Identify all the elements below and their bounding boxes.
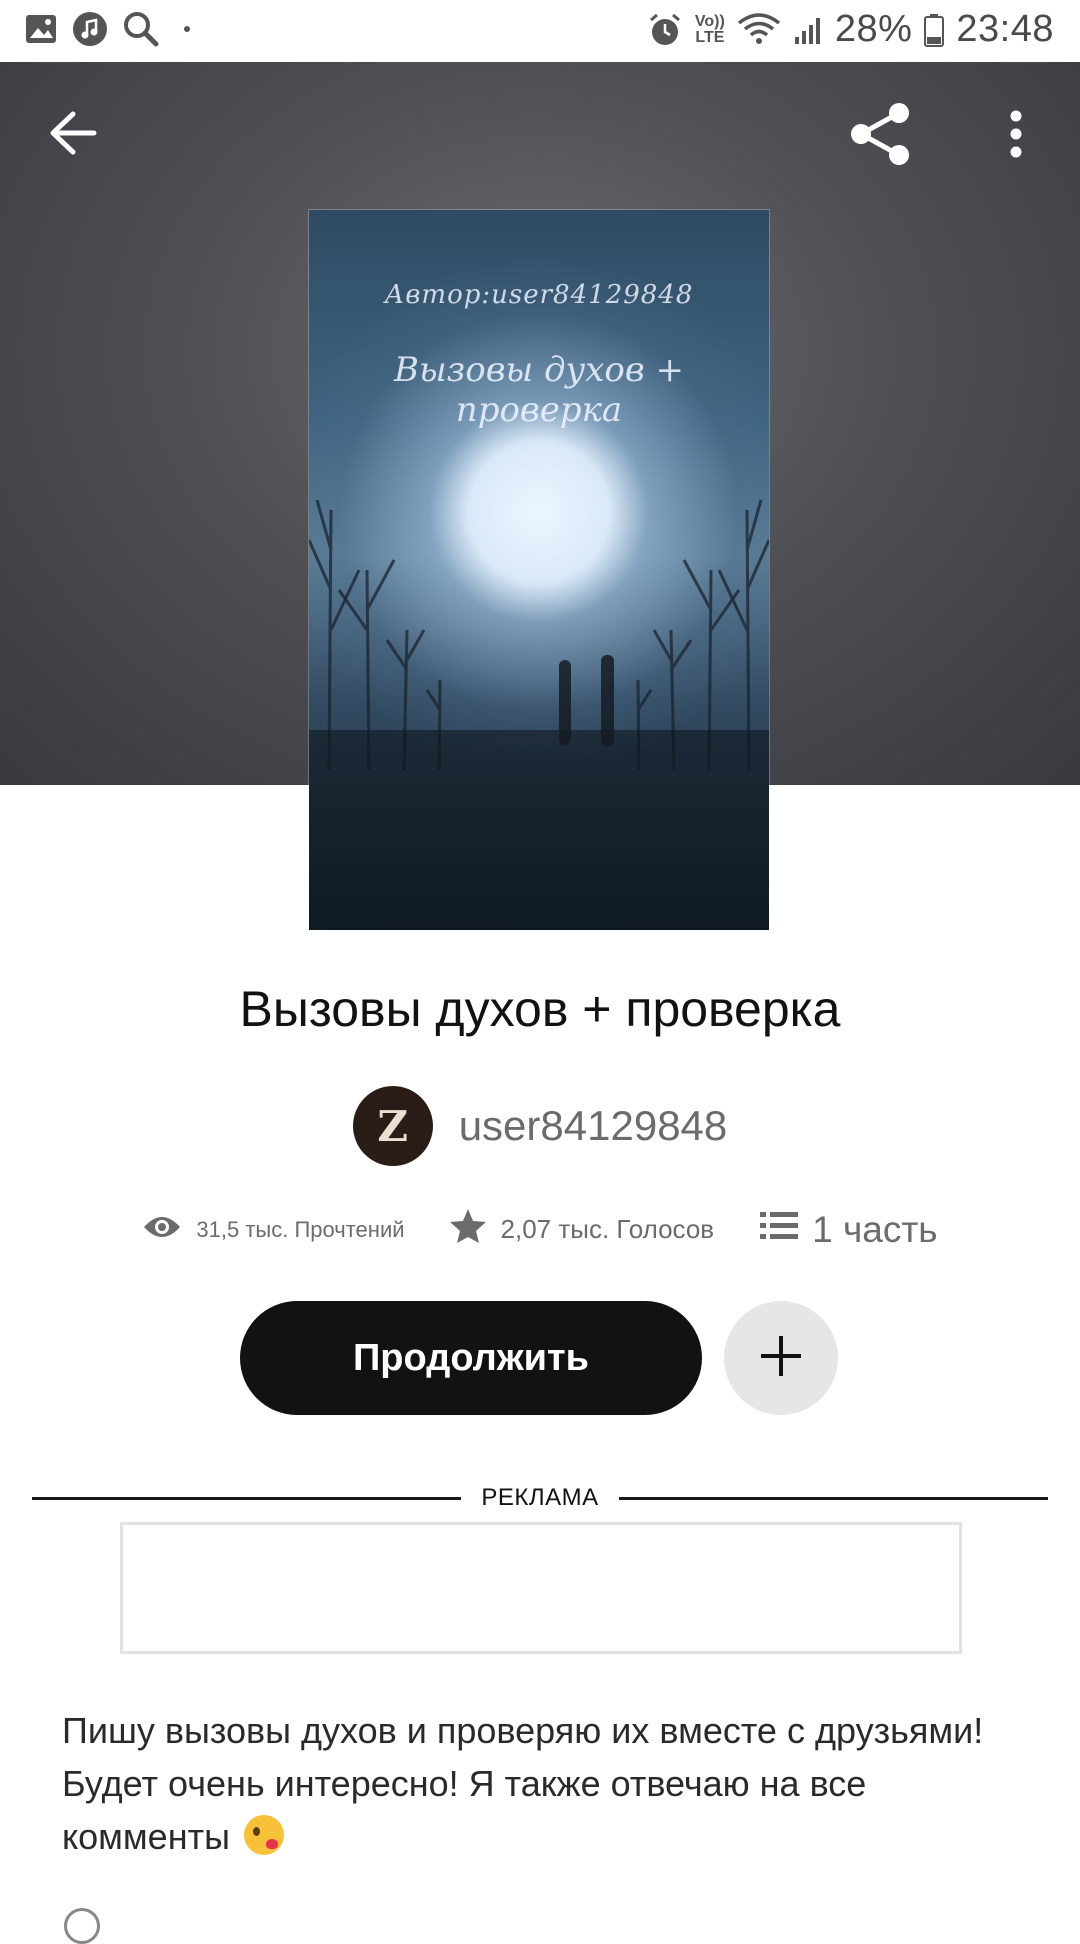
wifi-icon [737,12,781,47]
parts-count: 1 часть [812,1208,938,1250]
status-bar: Vo)) LTE 28% 23:48 [0,0,1080,62]
music-icon [72,11,108,47]
author-name[interactable]: user84129848 [459,1102,728,1150]
story-description: Пишу вызовы духов и проверяю их вместе с… [62,1704,1012,1863]
add-to-library-button[interactable] [724,1301,838,1415]
story-title: Вызовы духов + проверка [239,981,841,1037]
back-button[interactable] [38,100,108,170]
battery-percent: 28% [834,8,913,50]
clock: 23:48 [956,8,1054,50]
more-vert-icon [1008,110,1024,163]
votes-count: 2,07 тыс. Голосов [500,1214,715,1244]
battery-icon [924,13,945,47]
gallery-icon [24,12,58,46]
search-icon [122,10,160,48]
ad-banner[interactable] [120,1522,962,1654]
list-icon [760,1209,799,1251]
author-link[interactable]: Z user84129848 [0,1086,1080,1166]
votes-stat: 2,07 тыс. Голосов [449,1208,715,1251]
more-options-button[interactable] [990,100,1042,172]
signal-icon [793,15,823,45]
ad-label: РЕКЛАМА [481,1484,599,1511]
star-icon [449,1208,487,1251]
share-icon [847,101,913,172]
alarm-icon [647,12,683,48]
eye-icon [142,1213,182,1247]
story-stats: 31,5 тыс. Прочтений 2,07 тыс. Голосов 1 … [0,1208,1080,1251]
back-arrow-icon [49,111,97,160]
cover-trees [309,499,769,930]
volte-icon: Vo)) LTE [694,12,725,46]
plus-icon [759,1334,803,1383]
continue-reading-button[interactable]: Продолжить [240,1301,702,1415]
kissing-face-emoji-icon [243,1815,284,1855]
cover-title-text: Вызовы духов + проверка [394,350,684,430]
partial-icon [64,1908,100,1944]
avatar-letter: Z [377,1101,409,1151]
description-text: Пишу вызовы духов и проверяю их вместе с… [62,1710,984,1857]
reads-count: 31,5 тыс. Прочтений [196,1216,405,1242]
ad-divider: РЕКЛАМА [32,1482,1049,1514]
ad-divider-line-left [32,1496,462,1500]
ad-divider-line-right [618,1496,1049,1500]
notification-dot [184,26,190,32]
story-cover[interactable]: Автор:user84129848 Вызовы духов + провер… [309,210,769,930]
share-button[interactable] [842,98,918,174]
reads-stat: 31,5 тыс. Прочтений [142,1213,405,1247]
parts-stat[interactable]: 1 часть [760,1208,938,1251]
avatar[interactable]: Z [352,1086,433,1166]
cover-author-text: Автор:user84129848 [384,280,694,310]
